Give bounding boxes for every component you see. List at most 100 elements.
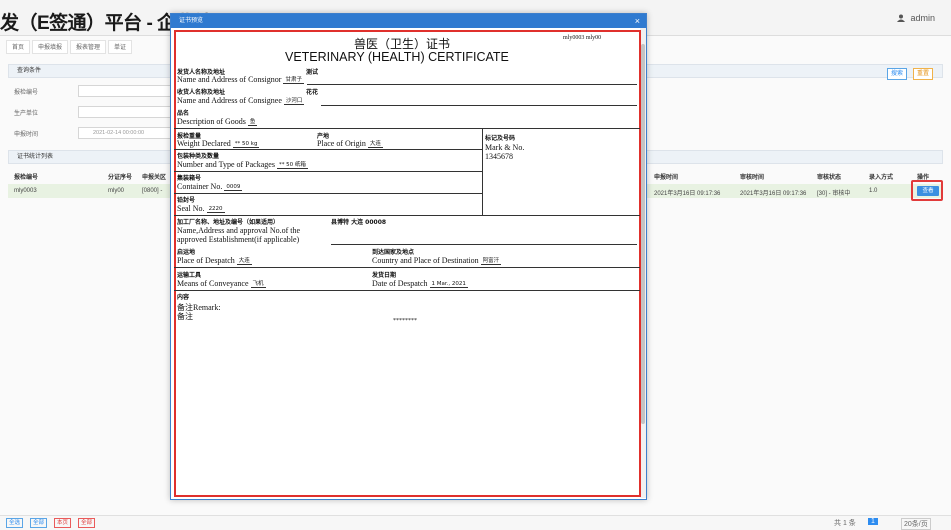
view-button[interactable]: 查看 bbox=[917, 186, 939, 196]
date-line: Date of Despatch 1 Mar., 2021 bbox=[372, 279, 468, 288]
rule bbox=[174, 215, 640, 216]
date-zh: 发货日期 bbox=[372, 272, 397, 279]
field-label-producer: 生产单位 bbox=[14, 111, 39, 117]
user-name: admin bbox=[910, 13, 935, 23]
col-inspection-no: 报检编号 bbox=[14, 175, 39, 181]
producer-input[interactable] bbox=[78, 106, 176, 118]
cell-declare-time: 2021年3月16日 09:17:36 bbox=[654, 191, 721, 197]
rule bbox=[321, 105, 637, 106]
rule bbox=[174, 149, 482, 150]
packages-value: ** 50 纸箱 bbox=[276, 162, 308, 169]
footer-bar bbox=[0, 515, 951, 530]
col-seq: 分证序号 bbox=[108, 175, 133, 181]
reset-button[interactable]: 重置 bbox=[913, 68, 934, 80]
dest-en: Country and Place of Destination bbox=[372, 256, 479, 265]
page-tabs: 首页 申报填报 报表管理 单证 bbox=[0, 38, 175, 56]
consignor-value: 甘肃子 bbox=[283, 77, 304, 84]
container-line: Container No. 0009 bbox=[177, 182, 243, 191]
modal-title: 证书预览 bbox=[171, 14, 646, 28]
conveyance-line: Means of Conveyance 飞机 bbox=[177, 279, 266, 288]
origin-en: Place of Origin bbox=[317, 139, 366, 148]
consignee-zh: 收货人名称及地址 bbox=[177, 89, 226, 96]
content-zh: 内容 bbox=[177, 294, 190, 301]
field-label-declare-time: 申报时间 bbox=[14, 132, 39, 138]
mark-value: 1345678 bbox=[485, 152, 513, 161]
inspection-no-input[interactable] bbox=[78, 85, 176, 97]
all-button[interactable]: 全部 bbox=[30, 518, 48, 528]
content-stars: ******** bbox=[393, 318, 417, 324]
consignor-line: Name and Address of Consignor 甘肃子 bbox=[177, 75, 304, 84]
origin-line: Place of Origin 大连 bbox=[317, 139, 383, 148]
mark-zh: 标记及号码 bbox=[485, 135, 516, 142]
declare-time-input[interactable]: 2021-02-14 00:00:00 bbox=[78, 127, 176, 139]
estab-en-1: Name,Address and approval No.of the bbox=[177, 226, 301, 235]
date-value: 1 Mar., 2021 bbox=[429, 281, 468, 288]
seal-en: Seal No. bbox=[177, 204, 205, 213]
per-page-select[interactable]: 20条/页 bbox=[901, 518, 931, 530]
consignee-value: 沙河口 bbox=[283, 98, 305, 105]
user-icon bbox=[896, 14, 905, 22]
goods-en: Description of Goods bbox=[177, 117, 246, 126]
weight-en: Weight Declared bbox=[177, 139, 231, 148]
seal-zh: 铅封号 bbox=[177, 197, 196, 204]
cert-number: mly0003 mly00 bbox=[563, 35, 602, 41]
field-label-inspection-no: 报检编号 bbox=[14, 90, 39, 96]
conveyance-en: Means of Conveyance bbox=[177, 279, 249, 288]
col-review-time: 审核时间 bbox=[740, 175, 765, 181]
cell-mode: 1.0 bbox=[869, 188, 878, 194]
seal-line: Seal No. 2220 bbox=[177, 204, 225, 213]
estab-value: 县博特 大连 00008 bbox=[331, 219, 387, 226]
packages-zh: 包装种类及数量 bbox=[177, 153, 220, 160]
rule bbox=[174, 193, 482, 194]
container-en: Container No. bbox=[177, 182, 223, 191]
dest-zh: 到达国家及地点 bbox=[372, 249, 415, 256]
consignor-value-top: 测试 bbox=[306, 69, 319, 76]
packages-en: Number and Type of Packages bbox=[177, 160, 275, 169]
packages-line: Number and Type of Packages ** 50 纸箱 bbox=[177, 160, 308, 169]
despatch-line: Place of Despatch 大连 bbox=[177, 256, 252, 265]
search-button[interactable]: 搜索 bbox=[887, 68, 908, 80]
all-pages-button[interactable]: 全部 bbox=[78, 518, 96, 528]
remark-zh: 备注 bbox=[177, 312, 193, 321]
certificate-preview-modal: 证书预览 × mly0003 mly00 兽医（卫生）证书 VETERINARY… bbox=[170, 13, 647, 500]
date-en: Date of Despatch bbox=[372, 279, 428, 288]
col-area: 申报关区 bbox=[142, 175, 167, 181]
page-number[interactable]: 1 bbox=[868, 518, 878, 525]
col-declare-time: 申报时间 bbox=[654, 175, 679, 181]
goods-zh: 品名 bbox=[177, 110, 190, 117]
rule bbox=[174, 171, 482, 172]
tab-declare[interactable]: 申报填报 bbox=[32, 40, 69, 54]
weight-value: ** 50 kg bbox=[232, 141, 260, 148]
cell-status: [30] - 审核中 bbox=[817, 191, 851, 197]
tab-reports[interactable]: 报表管理 bbox=[70, 40, 107, 54]
cell-inspection-no: mly0003 bbox=[14, 188, 37, 194]
weight-line: Weight Declared ** 50 kg bbox=[177, 139, 260, 148]
cell-seq: mly00 bbox=[108, 188, 125, 194]
rule bbox=[482, 128, 483, 216]
dest-line: Country and Place of Destination 阿富汗 bbox=[372, 256, 502, 265]
rule bbox=[174, 290, 640, 291]
user-menu[interactable]: admin bbox=[896, 13, 935, 23]
rule bbox=[174, 128, 640, 129]
select-all-button[interactable]: 全选 bbox=[6, 518, 24, 528]
goods-value: 鱼 bbox=[247, 119, 258, 126]
consignee-en: Name and Address of Consignee bbox=[177, 96, 282, 105]
tab-docs[interactable]: 单证 bbox=[108, 40, 133, 54]
origin-value: 大连 bbox=[367, 141, 383, 148]
conveyance-zh: 运输工具 bbox=[177, 272, 202, 279]
rule bbox=[331, 244, 637, 245]
col-mode: 录入方式 bbox=[869, 175, 894, 181]
scrollbar-thumb[interactable] bbox=[641, 44, 645, 424]
col-status: 审核状态 bbox=[817, 175, 842, 181]
dest-value: 阿富汗 bbox=[480, 258, 502, 265]
consignee-value-top: 花花 bbox=[306, 89, 319, 96]
close-icon[interactable]: × bbox=[635, 14, 640, 28]
mark-en: Mark & No. bbox=[485, 143, 525, 152]
despatch-value: 大连 bbox=[236, 258, 252, 265]
tab-home[interactable]: 首页 bbox=[6, 40, 31, 54]
cert-title-en: VETERINARY (HEALTH) CERTIFICATE bbox=[285, 50, 509, 64]
this-page-button[interactable]: 本页 bbox=[54, 518, 72, 528]
cell-area: [0800] - bbox=[142, 188, 163, 194]
despatch-zh: 启运地 bbox=[177, 249, 196, 256]
estab-en-2: approved Establishment(if applicable) bbox=[177, 235, 300, 244]
